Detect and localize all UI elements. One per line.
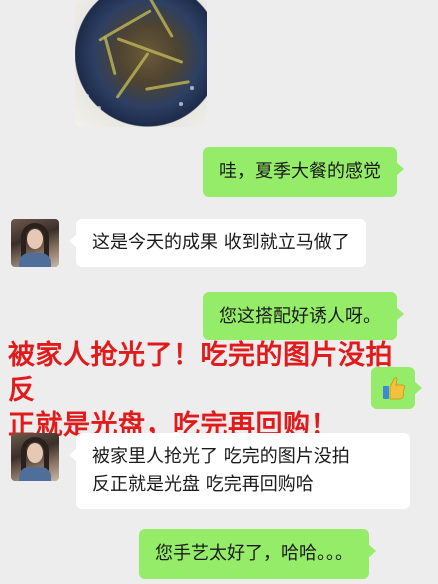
message-bubble-outgoing[interactable]: 哇，夏季大餐的感觉 — [203, 147, 404, 197]
avatar[interactable] — [11, 433, 59, 481]
photo-detail — [115, 52, 150, 99]
photo-detail — [145, 80, 190, 91]
message-text: 您手艺太好了，哈哈。。。 — [155, 543, 353, 564]
message-text: 被家里人抢光了 吃完的图片没拍 — [92, 446, 350, 467]
photo-detail — [103, 35, 117, 76]
overlay-caption: 被家人抢光了！吃完的图片没拍反 正就是光盘，吃完再回购！ — [8, 338, 418, 443]
avatar-detail — [19, 467, 51, 481]
message-text: 您这搭配好诱人呀。 — [219, 306, 381, 327]
avatar-detail — [27, 229, 43, 249]
message-text: 反正就是光盘 吃完再回购哈 — [92, 474, 314, 495]
caption-line: 被家人抢光了！吃完的图片没拍反 — [8, 340, 393, 406]
message-bubble-incoming[interactable]: 被家里人抢光了 吃完的图片没拍 反正就是光盘 吃完再回购哈 — [69, 433, 410, 509]
photo-detail — [179, 102, 183, 106]
photo-detail — [116, 37, 184, 64]
avatar-detail — [27, 443, 43, 463]
avatar[interactable] — [11, 219, 59, 267]
avatar-detail — [19, 253, 51, 267]
message-bubble-incoming[interactable]: 这是今天的成果 收到就立马做了 — [69, 219, 366, 267]
message-text: 这是今天的成果 收到就立马做了 — [92, 232, 350, 253]
message-bubble-outgoing[interactable]: 您手艺太好了，哈哈。。。 — [139, 529, 376, 579]
photo-detail — [190, 86, 194, 90]
message-bubble-outgoing[interactable]: 您这搭配好诱人呀。 — [203, 292, 404, 340]
photo-detail — [146, 0, 174, 38]
chat-view: 哇，夏季大餐的感觉 这是今天的成果 收到就立马做了 您这搭配好诱人呀。 被家人抢… — [0, 0, 438, 584]
food-photo-message[interactable] — [75, 0, 207, 127]
message-text: 哇，夏季大餐的感觉 — [219, 161, 381, 182]
photo-detail — [85, 94, 89, 98]
photo-detail — [97, 106, 101, 110]
